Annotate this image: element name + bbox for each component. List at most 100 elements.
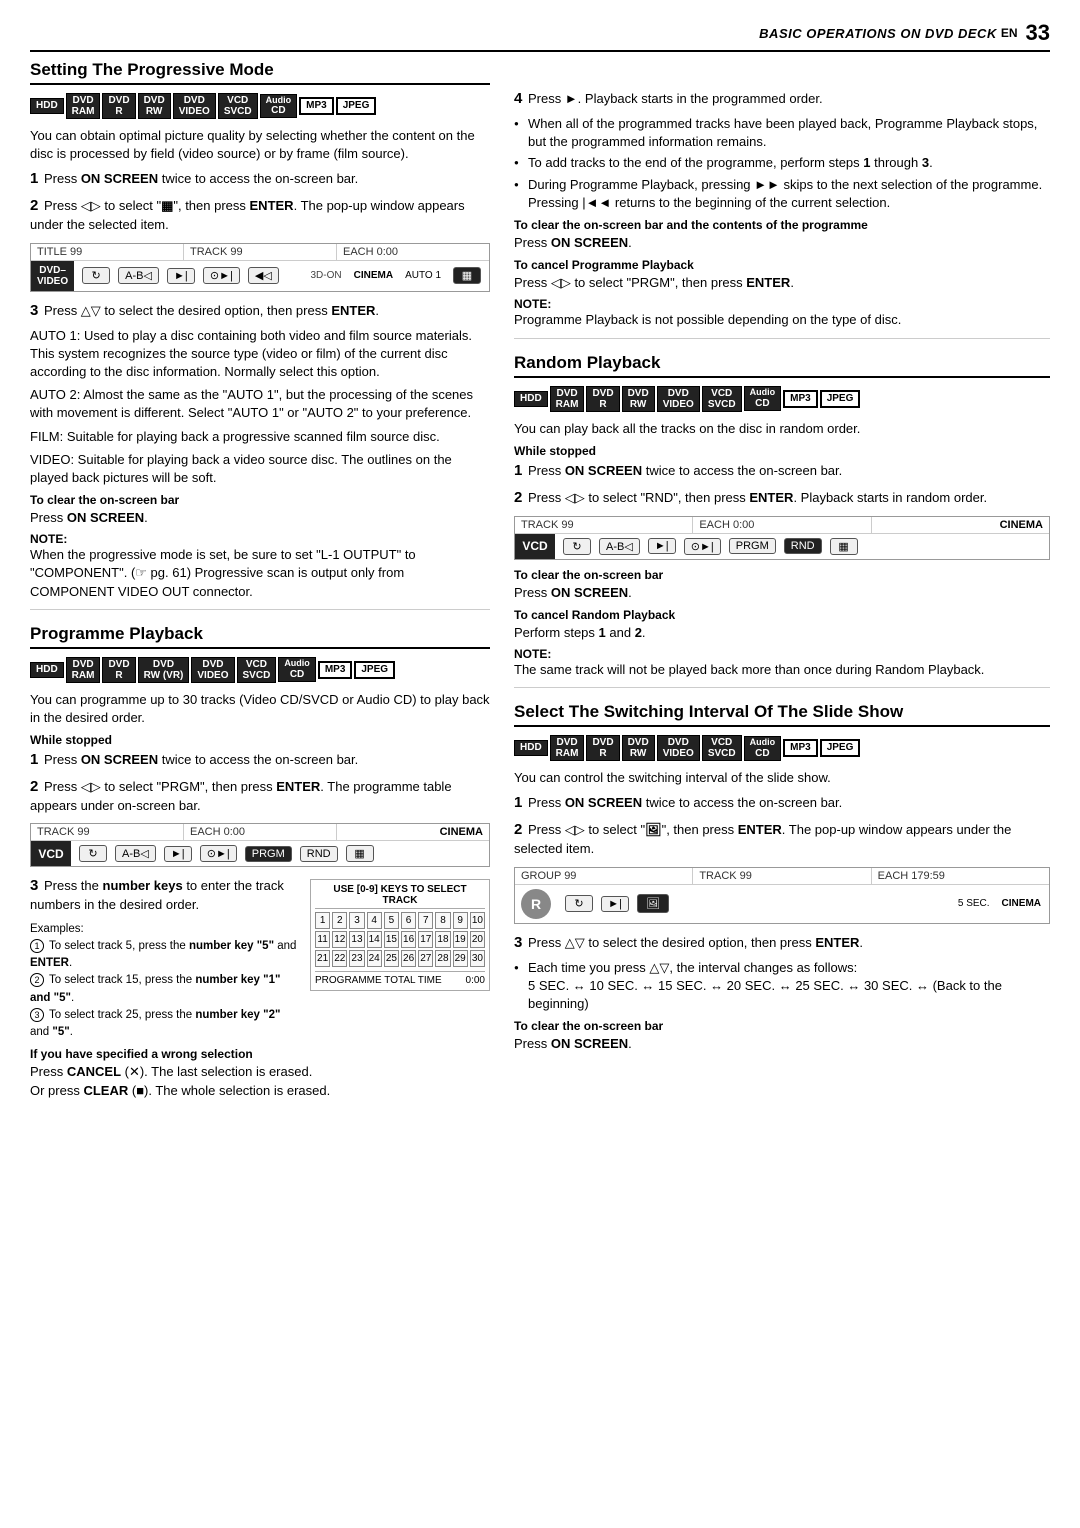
ss-badge-mp3: MP3: [783, 739, 818, 757]
ss-badge-audio-cd: AudioCD: [744, 736, 782, 761]
badge-dvd-r: DVDR: [102, 93, 135, 119]
programme-while-stopped: While stopped: [30, 733, 490, 747]
section-title-random: Random Playback: [514, 353, 1050, 378]
prog-clear-heading: To clear the on-screen bar and the conte…: [514, 218, 1050, 232]
osd-controls-progressive: ↻ A-B◁ ►| ⊙►| ◀◁ 3D-ON CINEMA AUTO 1 ▦: [74, 261, 489, 291]
progressive-osd: TITLE 99 TRACK 99 EACH 0:00 DVD–VIDEO ↻ …: [30, 243, 490, 292]
rnd-badge-vcd: VCDSVCD: [702, 386, 742, 412]
wrong-selection-heading: If you have specified a wrong selection: [30, 1047, 490, 1061]
badge-mp3: MP3: [299, 97, 334, 115]
prog-badge-jpeg: JPEG: [354, 661, 395, 679]
ss-badge-dvd-rw: DVDRW: [622, 735, 655, 761]
prog-badge-mp3: MP3: [318, 661, 353, 679]
progressive-step1: 1 Press ON SCREEN twice to access the on…: [30, 168, 490, 189]
r-badge: R: [521, 889, 551, 919]
progressive-auto2: AUTO 2: Almost the same as the "AUTO 1",…: [30, 386, 490, 422]
progressive-clear-heading: To clear the on-screen bar: [30, 493, 490, 507]
prog-badge-dvd-video: DVDVIDEO: [191, 657, 234, 683]
random-while-stopped: While stopped: [514, 444, 1050, 458]
header-en: EN: [1001, 26, 1018, 40]
prog-bullets: When all of the programmed tracks have b…: [514, 115, 1050, 212]
random-note: The same track will not be played back m…: [514, 661, 1050, 679]
random-note-label: NOTE:: [514, 647, 1050, 661]
programme-step2: 2 Press ◁▷ to select "PRGM", then press …: [30, 776, 490, 815]
osd-source-vcd-rnd: VCD: [515, 534, 555, 559]
prog-badge-audio-cd: AudioCD: [278, 657, 316, 682]
left-column: Setting The Progressive Mode HDD DVDRAM …: [30, 60, 490, 1105]
prog-right-step4: 4 Press ►. Playback starts in the progra…: [514, 88, 1050, 109]
prog-badge-vcd: VCDSVCD: [237, 657, 277, 683]
rnd-badge-mp3: MP3: [783, 390, 818, 408]
random-intro: You can play back all the tracks on the …: [514, 420, 1050, 438]
random-osd: TRACK 99 EACH 0:00 CINEMA VCD ↻ A-B◁ ►| …: [514, 516, 1050, 560]
slideshow-intro: You can control the switching interval o…: [514, 769, 1050, 787]
programme-intro: You can programme up to 30 tracks (Video…: [30, 691, 490, 727]
section-title-slideshow: Select The Switching Interval Of The Sli…: [514, 702, 1050, 727]
progressive-note: When the progressive mode is set, be sur…: [30, 546, 490, 601]
osd-controls-ss: ↻ ►| 🖼 5 SEC. CINEMA: [557, 890, 1049, 917]
progressive-badges: HDD DVDRAM DVDR DVDRW DVDVIDEO VCDSVCD A…: [30, 93, 490, 119]
progressive-video: VIDEO: Suitable for playing back a video…: [30, 451, 490, 487]
random-clear-heading: To clear the on-screen bar: [514, 568, 1050, 582]
programme-total: PROGRAMME TOTAL TIME 0:00: [315, 971, 485, 986]
prog-badge-hdd: HDD: [30, 662, 64, 678]
prog-badge-dvd-r: DVDR: [102, 657, 135, 683]
progressive-auto1: AUTO 1: Used to play a disc containing b…: [30, 327, 490, 382]
slideshow-step2: 2 Press ◁▷ to select "🖼", then press ENT…: [514, 819, 1050, 858]
header-title: BASIC OPERATIONS ON DVD DECK: [759, 26, 997, 41]
ss-badge-dvd-video: DVDVIDEO: [657, 735, 700, 761]
rnd-badge-dvd-r: DVDR: [586, 386, 619, 412]
page-number: 33: [1026, 20, 1050, 46]
rnd-badge-dvd-rw: DVDRW: [622, 386, 655, 412]
badge-dvd-video: DVDVIDEO: [173, 93, 216, 119]
random-cancel-heading: To cancel Random Playback: [514, 608, 1050, 622]
osd-controls-programme: ↻ A-B◁ ►| ⊙►| PRGM RND ▦: [71, 841, 489, 866]
slideshow-step1: 1 Press ON SCREEN twice to access the on…: [514, 792, 1050, 813]
progressive-note-label: NOTE:: [30, 532, 490, 546]
badge-dvd-ram: DVDRAM: [66, 93, 101, 119]
programme-step3: 3 Press the number keys to enter the tra…: [30, 875, 300, 914]
right-column: 4 Press ►. Playback starts in the progra…: [514, 60, 1050, 1105]
programme-badges: HDD DVDRAM DVDR DVDRW (VR) DVDVIDEO VCDS…: [30, 657, 490, 683]
badge-vcd: VCDSVCD: [218, 93, 258, 119]
slideshow-badges: HDD DVDRAM DVDR DVDRW DVDVIDEO VCDSVCD A…: [514, 735, 1050, 761]
number-keys-panel: USE [0-9] KEYS TO SELECT TRACK 1 2 3 4 5…: [310, 879, 490, 991]
progressive-film: FILM: Suitable for playing back a progre…: [30, 428, 490, 446]
osd-source-dvd: DVD–VIDEO: [31, 261, 74, 291]
prog-cancel-heading: To cancel Programme Playback: [514, 258, 1050, 272]
progressive-step3: 3 Press △▽ to select the desired option,…: [30, 300, 490, 321]
prog-badge-dvd-rw: DVDRW (VR): [138, 657, 190, 683]
prog-badge-dvd-ram: DVDRAM: [66, 657, 101, 683]
rnd-badge-audio-cd: AudioCD: [744, 386, 782, 411]
number-keys-grid: 1 2 3 4 5 6 7 8 9 10 11 12 13 14: [315, 912, 485, 967]
section-title-progressive: Setting The Progressive Mode: [30, 60, 490, 85]
programme-step3-area: 3 Press the number keys to enter the tra…: [30, 875, 490, 1041]
section-title-programme: Programme Playback: [30, 624, 490, 649]
rnd-badge-dvd-ram: DVDRAM: [550, 386, 585, 412]
random-step1: 1 Press ON SCREEN twice to access the on…: [514, 460, 1050, 481]
random-step2: 2 Press ◁▷ to select "RND", then press E…: [514, 487, 1050, 508]
badge-dvd-rw: DVDRW: [138, 93, 171, 119]
osd-source-vcd-prog: VCD: [31, 841, 71, 866]
rnd-badge-jpeg: JPEG: [820, 390, 861, 408]
slideshow-bullets: Each time you press △▽, the interval cha…: [514, 959, 1050, 1014]
prog-note: Programme Playback is not possible depen…: [514, 311, 1050, 329]
osd-controls-random: ↻ A-B◁ ►| ⊙►| PRGM RND ▦: [555, 534, 1049, 559]
example3: 3 To select track 25, press the number k…: [30, 1007, 300, 1042]
wrong-selection-text: Press CANCEL (✕). The last selection is …: [30, 1063, 490, 1099]
slideshow-step3: 3 Press △▽ to select the desired option,…: [514, 932, 1050, 953]
badge-hdd: HDD: [30, 98, 64, 114]
random-badges: HDD DVDRAM DVDR DVDRW DVDVIDEO VCDSVCD A…: [514, 386, 1050, 412]
prog-note-label: NOTE:: [514, 297, 1050, 311]
example1: 1 To select track 5, press the number ke…: [30, 938, 300, 973]
page-header: BASIC OPERATIONS ON DVD DECK EN 33: [30, 20, 1050, 52]
ss-badge-dvd-ram: DVDRAM: [550, 735, 585, 761]
ss-badge-vcd: VCDSVCD: [702, 735, 742, 761]
badge-jpeg: JPEG: [336, 97, 377, 115]
rnd-badge-hdd: HDD: [514, 391, 548, 407]
progressive-intro: You can obtain optimal picture quality b…: [30, 127, 490, 163]
ss-badge-hdd: HDD: [514, 740, 548, 756]
example2: 2 To select track 15, press the number k…: [30, 972, 300, 1007]
rnd-badge-dvd-video: DVDVIDEO: [657, 386, 700, 412]
slideshow-clear-heading: To clear the on-screen bar: [514, 1019, 1050, 1033]
